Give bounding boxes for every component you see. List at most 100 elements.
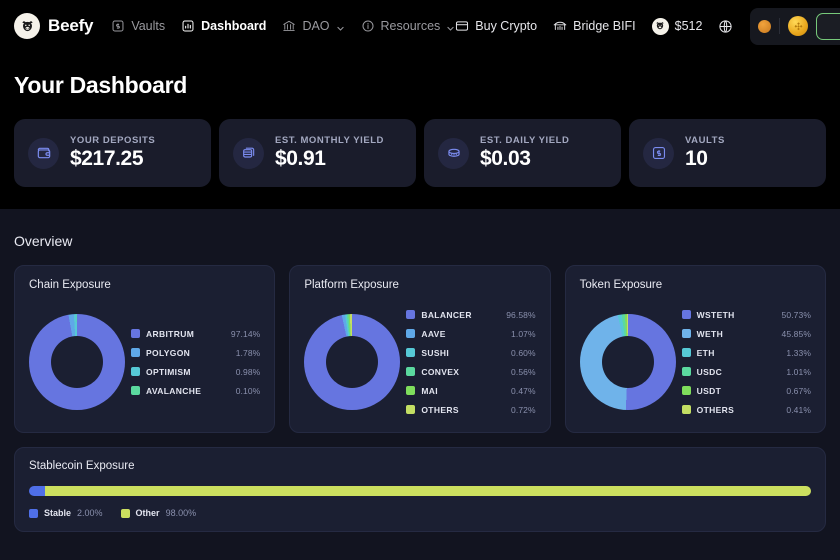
legend-swatch — [131, 329, 140, 338]
legend-swatch — [681, 405, 691, 414]
donut-hole — [326, 336, 379, 388]
exposure-card-platform: Platform Exposure BALANCER 96.58% AAVE 1.07… — [289, 265, 551, 433]
language-selector-button[interactable] — [718, 19, 733, 33]
exposure-card-chain: Chain Exposure ARBITRUM 97.14% POLYGON 1.78… — [14, 265, 276, 433]
info-circle-icon — [361, 19, 375, 33]
stat-text-group: EST. MONTHLY YIELD $0.91 — [275, 135, 384, 171]
nav-item-vaults[interactable]: Vaults — [111, 19, 165, 33]
donut-chart-platform — [304, 314, 401, 410]
stat-text-group: YOUR DEPOSITS $217.25 — [70, 135, 155, 171]
stablecoin-bar — [29, 486, 811, 496]
stat-text-group: EST. DAILY YIELD $0.03 — [480, 135, 569, 171]
coins-stack-icon — [233, 137, 264, 169]
stat-value: 10 — [685, 147, 708, 170]
dashboard-page: Beefy Vaults Dashboard DAO Resources Buy… — [0, 0, 840, 560]
legend-swatch — [406, 348, 416, 357]
card-body: BALANCER 96.58% AAVE 1.07% SUSHI 0.60% CONVEX 0… — [304, 293, 536, 431]
legend-swatch — [131, 386, 140, 395]
app-header: Beefy Vaults Dashboard DAO Resources Buy… — [0, 0, 840, 52]
legend-swatch — [120, 508, 130, 518]
card-body: WSTETH 50.73% WETH 45.85% ETH 1.33% USDC 1.01% U… — [579, 293, 811, 431]
nav-item-dao[interactable]: DAO — [282, 19, 344, 33]
legend-row: OTHERS 0.41% — [681, 401, 811, 419]
bifi-price-button[interactable]: $512 — [651, 17, 703, 35]
beefy-coin-icon — [651, 17, 669, 35]
legend-label: Other — [135, 508, 160, 518]
legend-swatch — [406, 310, 416, 319]
exposure-card-row: Chain Exposure ARBITRUM 97.14% POLYGON 1.78… — [14, 265, 826, 433]
overview-section: Overview Chain Exposure ARBITRUM 97.14% PO… — [0, 209, 840, 560]
main-nav: Vaults Dashboard DAO Resources — [111, 19, 455, 33]
wallet-chain-group — [750, 7, 840, 45]
nav-label-resources: Resources — [380, 19, 441, 33]
legend-value: 2.00% — [77, 508, 103, 518]
vault-box-icon — [643, 137, 674, 169]
brand-logo-link[interactable]: Beefy — [14, 13, 94, 39]
nav-item-resources[interactable]: Resources — [361, 19, 456, 33]
chain-dot-icon[interactable] — [758, 19, 772, 33]
legend-label: ARBITRUM — [146, 328, 195, 339]
section-title-overview: Overview — [14, 233, 73, 249]
legend-row: OTHERS 0.72% — [406, 401, 536, 419]
nav-label-dashboard: Dashboard — [201, 19, 267, 33]
legend-row: ETH 1.33% — [681, 344, 811, 362]
legend-row: USDC 1.01% — [681, 363, 811, 381]
legend-label: OTHERS — [696, 404, 735, 415]
legend-value: 0.98% — [235, 366, 261, 377]
donut-chart-chain — [29, 314, 125, 410]
legend-row: AVALANCHE 0.10% — [131, 382, 260, 400]
bridge-label: Bridge BIFI — [573, 19, 636, 33]
bnb-coin-icon[interactable] — [788, 16, 809, 36]
connect-wallet-button[interactable] — [816, 12, 840, 40]
legend-label: USDC — [696, 366, 723, 377]
legend-value: 1.01% — [786, 366, 811, 377]
legend-row: BALANCER 96.58% — [406, 306, 536, 324]
stat-card-est-daily-yield: EST. DAILY YIELD $0.03 — [424, 119, 621, 187]
bridge-bifi-button[interactable]: Bridge BIFI — [553, 19, 636, 33]
dashboard-chart-icon — [181, 19, 195, 33]
legend-label: WETH — [696, 328, 724, 339]
card-title: Chain Exposure — [29, 279, 111, 291]
legend-label: MAI — [421, 385, 438, 396]
globe-icon — [718, 19, 733, 33]
legend-platform: BALANCER 96.58% AAVE 1.07% SUSHI 0.60% CONVEX 0… — [406, 306, 536, 419]
legend-swatch — [406, 386, 416, 395]
legend-value: 97.14% — [230, 328, 261, 339]
page-title: Your Dashboard — [14, 72, 188, 98]
legend-label: AAVE — [421, 328, 446, 339]
legend-label: OTHERS — [421, 404, 459, 415]
donut-hole — [601, 336, 654, 388]
nav-label-dao: DAO — [302, 19, 330, 33]
legend-row: OPTIMISM 0.98% — [131, 363, 260, 381]
legend-swatch — [681, 386, 691, 395]
legend-chain: ARBITRUM 97.14% POLYGON 1.78% OPTIMISM 0.98% A… — [131, 325, 260, 400]
legend-value: 0.41% — [786, 404, 811, 415]
stat-value: $217.25 — [70, 147, 144, 170]
bifi-price-label: $512 — [674, 19, 703, 33]
coin-icon — [438, 137, 469, 169]
card-title: Stablecoin Exposure — [29, 460, 135, 472]
bar-segment — [29, 486, 45, 496]
dao-bank-icon — [282, 19, 296, 33]
nav-item-dashboard[interactable]: Dashboard — [181, 19, 266, 33]
legend-row: WETH 45.85% — [681, 325, 811, 343]
legend-value: 1.07% — [511, 328, 536, 339]
legend-label: CONVEX — [421, 366, 460, 377]
cow-glyph-small — [656, 22, 664, 30]
legend-swatch — [681, 310, 691, 319]
stat-card-est-monthly-yield: EST. MONTHLY YIELD $0.91 — [219, 119, 416, 187]
buy-crypto-button[interactable]: Buy Crypto — [455, 19, 537, 33]
legend-swatch — [131, 367, 140, 376]
legend-swatch — [681, 367, 691, 376]
legend-row: POLYGON 1.78% — [131, 344, 260, 362]
brand-name: Beefy — [48, 16, 94, 35]
legend-swatch — [406, 405, 416, 414]
header-right-group: Buy Crypto Bridge BIFI $512 — [455, 7, 840, 45]
stat-label: YOUR DEPOSITS — [70, 135, 156, 146]
stat-label: EST. DAILY YIELD — [480, 135, 570, 146]
legend-token: WSTETH 50.73% WETH 45.85% ETH 1.33% USDC 1.01% U… — [681, 306, 811, 419]
legend-item: Other 98.00% — [120, 508, 196, 518]
legend-value: 0.60% — [511, 347, 536, 358]
stat-value: $0.03 — [480, 147, 531, 170]
legend-value: 0.72% — [511, 404, 536, 415]
